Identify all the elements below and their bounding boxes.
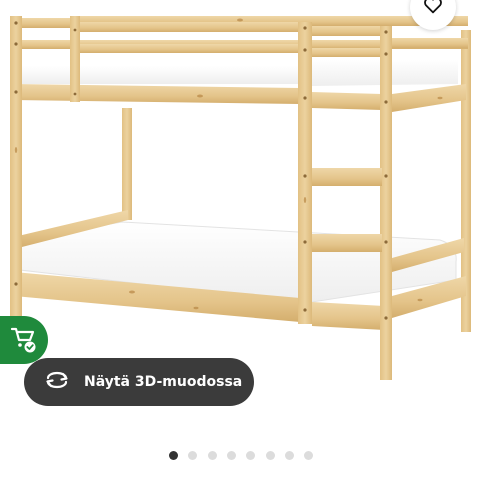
eco-cart-check-icon	[9, 323, 39, 357]
ladder-rung-1	[312, 168, 382, 186]
front-right-post	[380, 26, 392, 380]
carousel-indicator	[0, 450, 480, 462]
top-side-rail-right	[392, 38, 468, 48]
carousel-dot[interactable]	[284, 451, 294, 460]
carousel-dot[interactable]	[226, 451, 236, 460]
bottom-bed-side-right	[312, 302, 384, 330]
carousel-dot[interactable]	[207, 451, 217, 460]
eco-delivery-badge[interactable]	[0, 316, 48, 364]
carousel-dot[interactable]	[246, 451, 256, 460]
back-left-post	[122, 108, 132, 220]
top-front-rail-mid-2	[80, 44, 302, 53]
front-left-post	[10, 16, 22, 316]
carousel-dot[interactable]	[188, 451, 198, 460]
view-3d-label: Näytä 3D-muodossa	[84, 374, 243, 390]
front-mid-post	[298, 22, 312, 324]
ladder-rung-2	[312, 234, 382, 252]
view-3d-button[interactable]: Näytä 3D-muodossa	[24, 358, 254, 406]
carousel-dot[interactable]	[304, 451, 314, 460]
top-end-board	[392, 84, 466, 112]
top-front-rail-right-2	[312, 48, 384, 57]
top-front-rail-right-1	[312, 26, 384, 36]
carousel-dot[interactable]	[265, 451, 275, 460]
top-bed-side-right	[312, 92, 384, 110]
top-mattress	[20, 66, 300, 84]
rotate-3d-icon	[44, 370, 70, 394]
carousel-dot-active[interactable]	[169, 451, 178, 460]
heart-icon	[423, 0, 443, 18]
top-front-rail-mid-1	[80, 22, 302, 32]
product-gallery: Näytä 3D-muodossa	[0, 0, 480, 480]
top-bed-side	[14, 84, 300, 104]
